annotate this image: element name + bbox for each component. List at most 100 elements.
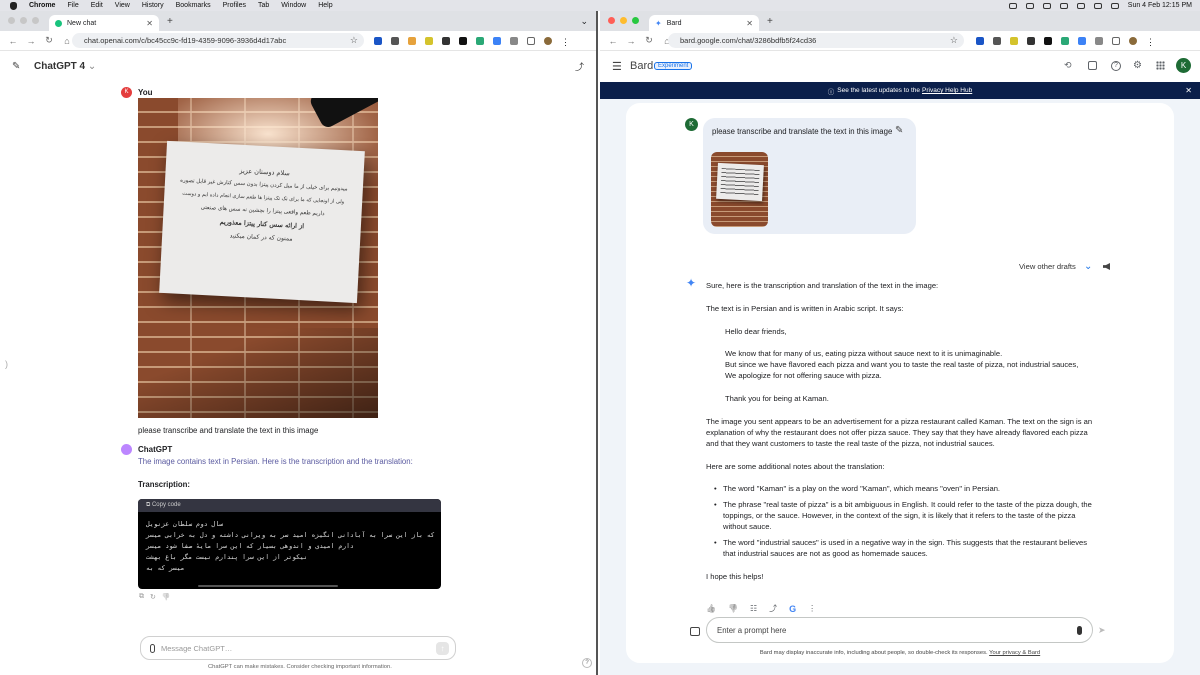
close-banner-icon[interactable]: ✕ bbox=[1185, 86, 1192, 95]
share-icon[interactable]: ⤴ bbox=[575, 60, 584, 73]
status-icon[interactable] bbox=[1059, 2, 1068, 9]
google-it-icon[interactable]: G bbox=[789, 604, 796, 614]
extension-icon[interactable] bbox=[408, 37, 416, 45]
bookmark-star-icon[interactable]: ☆ bbox=[350, 35, 358, 46]
history-icon[interactable]: ⟲ bbox=[1064, 60, 1072, 71]
close-tab-icon[interactable]: ✕ bbox=[746, 19, 753, 28]
send-button[interactable]: ↑ bbox=[436, 641, 449, 655]
code-scrollbar[interactable] bbox=[198, 585, 338, 587]
extension-icon[interactable] bbox=[1061, 37, 1069, 45]
more-options-icon[interactable]: ⋮ bbox=[808, 604, 816, 613]
help-button[interactable]: ? bbox=[582, 658, 592, 668]
extension-icon[interactable] bbox=[459, 37, 467, 45]
forward-button[interactable]: → bbox=[626, 36, 636, 46]
more-menu-icon[interactable]: ⋮ bbox=[1146, 37, 1155, 48]
extension-icon[interactable] bbox=[391, 37, 399, 45]
reload-button[interactable]: ↻ bbox=[44, 35, 54, 46]
zoom-window-button[interactable] bbox=[632, 17, 639, 24]
extension-icon[interactable] bbox=[1078, 37, 1086, 45]
extension-icon[interactable] bbox=[493, 37, 501, 45]
speaker-icon[interactable] bbox=[1103, 263, 1110, 270]
apple-menu-icon[interactable] bbox=[10, 1, 17, 10]
modify-response-icon[interactable]: ☷ bbox=[750, 604, 757, 613]
menu-view[interactable]: View bbox=[115, 2, 130, 9]
new-chat-edit-icon[interactable]: ✎ bbox=[12, 61, 20, 72]
new-tab-button[interactable]: + bbox=[167, 16, 173, 27]
status-icon[interactable] bbox=[1008, 2, 1017, 9]
edit-prompt-pencil-icon[interactable]: ✎ bbox=[895, 125, 903, 136]
puzzle-icon[interactable] bbox=[510, 37, 518, 45]
extension-icon[interactable] bbox=[1027, 37, 1035, 45]
sidepanel-icon[interactable] bbox=[527, 37, 535, 45]
status-icon[interactable] bbox=[1025, 2, 1034, 9]
uploaded-photo[interactable]: سلام دوستان عزیز میدونیم برای خیلی از ما… bbox=[138, 98, 378, 418]
close-window-button[interactable] bbox=[8, 17, 15, 24]
close-tab-icon[interactable]: ✕ bbox=[146, 19, 153, 28]
home-button[interactable]: ⌂ bbox=[62, 36, 72, 46]
sidebar-toggle-icon[interactable]: ) bbox=[5, 359, 8, 369]
view-other-drafts-button[interactable]: View other drafts ⌄ bbox=[1019, 261, 1092, 272]
menu-history[interactable]: History bbox=[142, 2, 164, 9]
menu-edit[interactable]: Edit bbox=[91, 2, 103, 9]
extension-icon[interactable] bbox=[476, 37, 484, 45]
address-bar[interactable]: chat.openai.com/c/bc45cc9c-fd19-4359-909… bbox=[72, 33, 364, 48]
attach-icon[interactable] bbox=[150, 643, 155, 653]
extensions-icon[interactable] bbox=[1088, 61, 1097, 70]
new-tab-button[interactable]: + bbox=[767, 16, 773, 27]
extension-icon[interactable] bbox=[1010, 37, 1018, 45]
thumbs-up-icon[interactable]: 👍 bbox=[706, 604, 716, 613]
extension-icon[interactable] bbox=[1044, 37, 1052, 45]
privacy-link[interactable]: Your privacy & Bard bbox=[989, 650, 1040, 656]
profile-avatar[interactable] bbox=[1129, 37, 1137, 45]
send-icon[interactable]: ➤ bbox=[1098, 625, 1106, 636]
sidepanel-icon[interactable] bbox=[1112, 37, 1120, 45]
prompt-input[interactable]: Enter a prompt here bbox=[717, 626, 786, 635]
extension-icon[interactable] bbox=[442, 37, 450, 45]
share-icon[interactable]: ⤴ bbox=[769, 603, 777, 614]
puzzle-icon[interactable] bbox=[1095, 37, 1103, 45]
apps-grid-icon[interactable] bbox=[1156, 61, 1165, 70]
extension-icon[interactable] bbox=[993, 37, 1001, 45]
status-icon[interactable] bbox=[1042, 2, 1051, 9]
bard-brand[interactable]: Bard bbox=[630, 60, 653, 72]
microphone-icon[interactable] bbox=[1077, 625, 1082, 635]
model-selector[interactable]: ChatGPT 4 ⌄ bbox=[34, 61, 96, 72]
back-button[interactable]: ← bbox=[608, 36, 618, 46]
status-icon[interactable] bbox=[1076, 2, 1085, 9]
settings-gear-icon[interactable]: ⚙ bbox=[1133, 60, 1142, 71]
prompt-image-thumbnail[interactable] bbox=[711, 152, 768, 227]
regenerate-icon[interactable]: ↻ bbox=[150, 593, 156, 601]
thumbs-down-icon[interactable]: 👎 bbox=[162, 593, 171, 601]
address-bar[interactable]: bard.google.com/chat/3286bdfb5f24cd36 ☆ bbox=[668, 33, 964, 48]
menu-file[interactable]: File bbox=[67, 2, 78, 9]
menu-tab[interactable]: Tab bbox=[258, 2, 269, 9]
search-icon[interactable] bbox=[1110, 2, 1119, 9]
menu-profiles[interactable]: Profiles bbox=[223, 2, 246, 9]
menu-window[interactable]: Window bbox=[281, 2, 306, 9]
menu-help[interactable]: Help bbox=[318, 2, 332, 9]
menu-icon[interactable]: ☰ bbox=[612, 60, 622, 73]
wifi-icon[interactable] bbox=[1093, 2, 1102, 9]
extension-icon[interactable] bbox=[425, 37, 433, 45]
upload-image-icon[interactable] bbox=[690, 627, 700, 636]
back-button[interactable]: ← bbox=[8, 36, 18, 46]
app-menu[interactable]: Chrome bbox=[29, 2, 55, 9]
copy-code-button[interactable]: ⧉ Copy code bbox=[146, 502, 181, 509]
tab-new-chat[interactable]: New chat ✕ bbox=[49, 15, 159, 31]
account-avatar[interactable]: K bbox=[1176, 58, 1191, 73]
forward-button[interactable]: → bbox=[26, 36, 36, 46]
close-window-button[interactable] bbox=[608, 17, 615, 24]
thumbs-down-icon[interactable]: 👎 bbox=[728, 604, 738, 613]
prompt-input-box[interactable]: Enter a prompt here bbox=[706, 617, 1093, 643]
profile-avatar[interactable] bbox=[544, 37, 552, 45]
message-input[interactable]: Message ChatGPT… bbox=[161, 644, 232, 653]
minimize-window-button[interactable] bbox=[620, 17, 627, 24]
help-icon[interactable]: ? bbox=[1111, 61, 1121, 71]
zoom-window-button[interactable] bbox=[32, 17, 39, 24]
extension-icon[interactable] bbox=[374, 37, 382, 45]
privacy-help-hub-link[interactable]: Privacy Help Hub bbox=[922, 87, 972, 94]
more-menu-icon[interactable]: ⋮ bbox=[561, 37, 570, 48]
message-composer[interactable]: Message ChatGPT… ↑ bbox=[140, 636, 456, 660]
copy-icon[interactable]: ⧉ bbox=[139, 593, 144, 601]
menu-bookmarks[interactable]: Bookmarks bbox=[176, 2, 211, 9]
